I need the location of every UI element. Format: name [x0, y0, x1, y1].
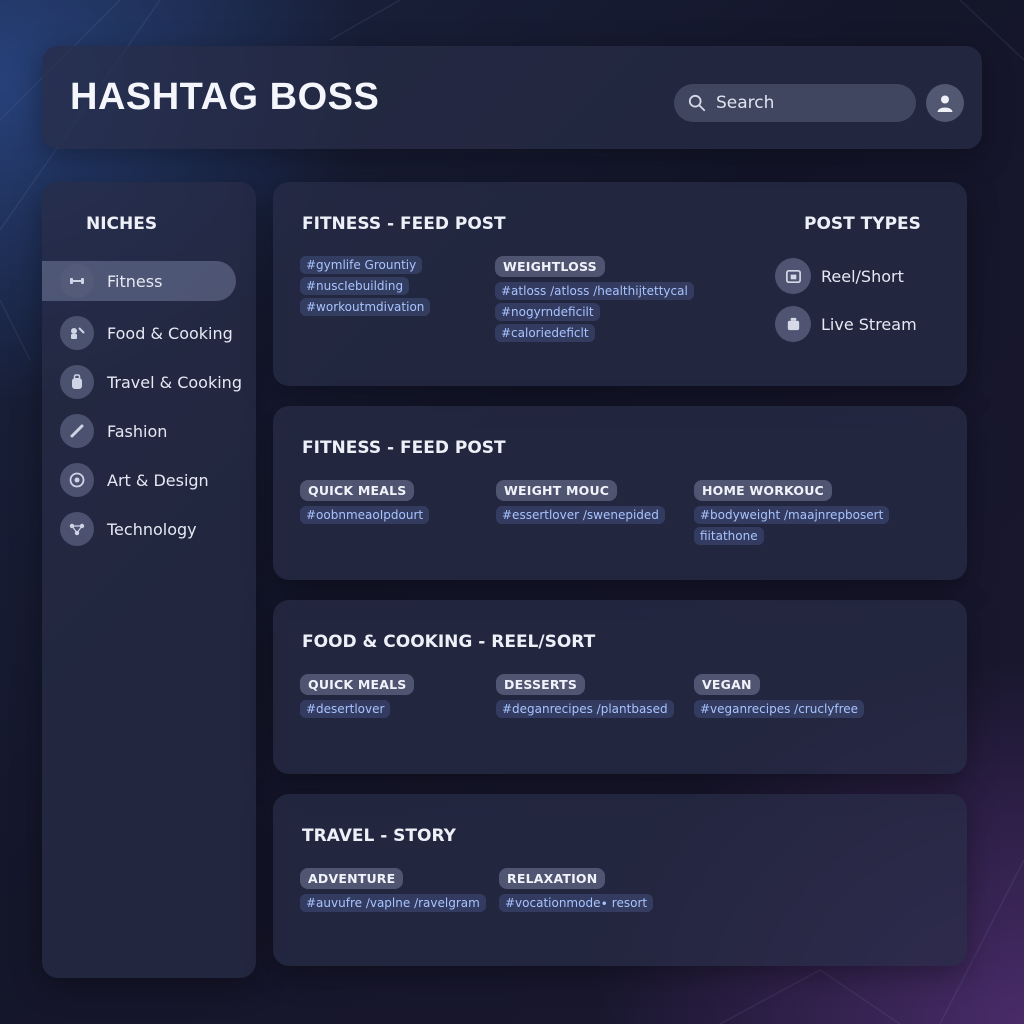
- sidebar-item-label: Fitness: [107, 271, 163, 291]
- sidebar-item-travel-cooking[interactable]: Travel & Cooking: [42, 362, 242, 402]
- sidebar-item-fashion[interactable]: Fashion: [42, 411, 236, 451]
- search-box[interactable]: [674, 84, 916, 122]
- dumbbell-icon: [60, 264, 94, 298]
- sidebar-item-label: Fashion: [107, 421, 168, 441]
- hashtag-chip[interactable]: #nuscIebuilding: [300, 277, 410, 295]
- sidebar-item-label: Technology: [107, 519, 197, 539]
- live-stream-icon: [775, 306, 811, 342]
- backpack-icon: [60, 365, 94, 399]
- card-title: TRAVEL - STORY: [302, 826, 456, 846]
- hashtag-chip[interactable]: #vocationmode∙ resort: [499, 894, 654, 912]
- sidebar-item-technology[interactable]: Technology: [42, 509, 236, 549]
- card-fitness-feed-post-2: FITNESS - FEED POST QUICK MEALS #oobnmea…: [273, 406, 967, 580]
- hashtag-column: HOME WORKOUC #bodyweight ∕maajnrepbosert…: [694, 480, 890, 545]
- search-input[interactable]: [714, 92, 908, 114]
- hashtag-column: VEGAN #veganrecipes ∕cruclyfree: [694, 674, 865, 718]
- sidebar-item-label: Food & Cooking: [107, 323, 233, 343]
- card-food-cooking-reel: FOOD & COOKING - REEL/SORT QUICK MEALS #…: [273, 600, 967, 774]
- category-chip[interactable]: VEGAN: [694, 674, 760, 695]
- hashtag-column: ADVENTURE #auvufre ∕vaplne ∕ravelgram: [300, 868, 486, 912]
- card-title: FITNESS - FEED POST: [302, 214, 506, 234]
- hashtag-column: WEIGHTLOSS #atloss ∕atloss ∕healthijtett…: [495, 256, 694, 342]
- sidebar-item-fitness[interactable]: Fitness: [42, 261, 236, 301]
- hashtag-column: RELAXATION #vocationmode∙ resort: [499, 868, 654, 912]
- reel-icon: [775, 258, 811, 294]
- post-type-live-stream[interactable]: Live Stream: [775, 306, 917, 342]
- hashtag-column: WEIGHT MOUC #essertlover ∕swenepided: [496, 480, 665, 524]
- sidebar-title: NICHES: [86, 214, 158, 234]
- category-chip[interactable]: WEIGHT MOUC: [496, 480, 618, 501]
- category-chip[interactable]: DESSERTS: [496, 674, 586, 695]
- hanger-icon: [60, 414, 94, 448]
- hashtag-column: DESSERTS #deganrecipes ∕plantbased: [496, 674, 674, 718]
- hashtag-chip[interactable]: #caloriedeficlt: [495, 324, 595, 342]
- hashtag-chip[interactable]: #oobnmeaoIpdourt: [300, 506, 430, 524]
- category-chip[interactable]: ADVENTURE: [300, 868, 404, 889]
- network-icon: [60, 512, 94, 546]
- post-type-label: Live Stream: [821, 314, 917, 334]
- hashtag-chip[interactable]: #veganrecipes ∕cruclyfree: [694, 700, 865, 718]
- hashtag-chip[interactable]: #desertlover: [300, 700, 391, 718]
- card-title: FOOD & COOKING - REEL/SORT: [302, 632, 596, 652]
- category-chip[interactable]: QUICK MEALS: [300, 674, 415, 695]
- user-avatar[interactable]: [926, 84, 964, 122]
- hashtag-column: QUICK MEALS #desertlover: [300, 674, 415, 718]
- category-chip[interactable]: QUICK MEALS: [300, 480, 415, 501]
- category-chip[interactable]: HOME WORKOUC: [694, 480, 832, 501]
- app-header: HASHTAG BOSS: [42, 46, 982, 149]
- app-title: HASHTAG BOSS: [70, 76, 380, 118]
- palette-icon: [60, 463, 94, 497]
- hashtag-column: QUICK MEALS #oobnmeaoIpdourt: [300, 480, 430, 524]
- category-chip[interactable]: WEIGHTLOSS: [495, 256, 605, 277]
- chef-icon: [60, 316, 94, 350]
- sidebar-item-food-cooking[interactable]: Food & Cooking: [42, 313, 236, 353]
- search-icon: [688, 94, 706, 112]
- card-fitness-feed-post: FITNESS - FEED POST #gymlife Grountiy #n…: [273, 182, 967, 386]
- post-type-reel-short[interactable]: Reel/Short: [775, 258, 904, 294]
- hashtag-chip[interactable]: #bodyweight ∕maajnrepbosert: [694, 506, 890, 524]
- category-chip[interactable]: RELAXATION: [499, 868, 606, 889]
- hashtag-column: #gymlife Grountiy #nuscIebuilding #worko…: [300, 256, 431, 316]
- hashtag-chip[interactable]: #atloss ∕atloss ∕healthijtettycal: [495, 282, 694, 300]
- hashtag-chip[interactable]: fiitathone: [694, 527, 764, 545]
- sidebar-item-art-design[interactable]: Art & Design: [42, 460, 236, 500]
- hashtag-chip[interactable]: #workoutmdivation: [300, 298, 431, 316]
- post-types-title: POST TYPES: [804, 214, 921, 234]
- hashtag-chip[interactable]: #gymlife Grountiy: [300, 256, 423, 274]
- hashtag-chip[interactable]: #auvufre ∕vaplne ∕ravelgram: [300, 894, 486, 912]
- post-type-label: Reel/Short: [821, 266, 904, 286]
- card-title: FITNESS - FEED POST: [302, 438, 506, 458]
- hashtag-chip[interactable]: #deganrecipes ∕plantbased: [496, 700, 674, 718]
- hashtag-chip[interactable]: #essertlover ∕swenepided: [496, 506, 665, 524]
- sidebar-item-label: Art & Design: [107, 470, 209, 490]
- card-travel-story: TRAVEL - STORY ADVENTURE #auvufre ∕vapln…: [273, 794, 967, 966]
- sidebar-item-label: Travel & Cooking: [107, 372, 242, 392]
- user-icon: [937, 95, 953, 112]
- niches-sidebar: NICHES Fitness Food & Cooking Travel & C…: [42, 182, 256, 978]
- hashtag-chip[interactable]: #nogyrndeficilt: [495, 303, 600, 321]
